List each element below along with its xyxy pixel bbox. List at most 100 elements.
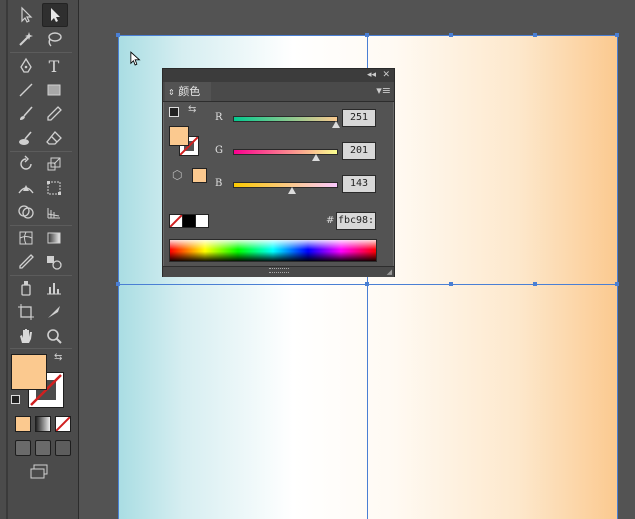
draw-inside-button[interactable] bbox=[55, 440, 71, 456]
none-slash-icon bbox=[170, 215, 182, 227]
selection-tool[interactable] bbox=[14, 4, 38, 26]
panel-titlebar[interactable]: ◂◂ ✕ bbox=[163, 69, 394, 82]
collapse-panel-icon[interactable]: ◂◂ bbox=[367, 69, 376, 82]
mouse-cursor-icon bbox=[130, 51, 141, 66]
green-value-field[interactable]: 201 bbox=[342, 142, 376, 160]
slice-tool[interactable] bbox=[42, 301, 66, 323]
free-transform-icon bbox=[47, 181, 61, 195]
red-slider-track[interactable] bbox=[233, 116, 338, 122]
anchor-point[interactable] bbox=[116, 33, 120, 37]
blue-value-field[interactable]: 143 bbox=[342, 175, 376, 193]
panel-fill-swatch[interactable] bbox=[169, 126, 189, 146]
anchor-point[interactable] bbox=[365, 33, 369, 37]
artboard-tool[interactable] bbox=[14, 301, 38, 323]
screen-mode-button[interactable] bbox=[29, 464, 49, 480]
hex-value-field[interactable]: fbc98: bbox=[336, 212, 376, 230]
zoom-tool[interactable] bbox=[42, 325, 66, 347]
eyedropper-icon bbox=[19, 254, 34, 269]
lasso-tool[interactable] bbox=[42, 28, 66, 50]
shape-builder-tool[interactable] bbox=[14, 201, 38, 223]
anchor-point[interactable] bbox=[365, 282, 369, 286]
pen-tool[interactable] bbox=[14, 55, 38, 77]
green-slider-track[interactable] bbox=[233, 149, 338, 155]
green-slider-thumb[interactable] bbox=[311, 154, 320, 161]
width-tool[interactable] bbox=[14, 177, 38, 199]
red-slider-thumb[interactable] bbox=[332, 121, 341, 128]
color-mode-button[interactable] bbox=[15, 416, 31, 432]
free-transform-tool[interactable] bbox=[42, 177, 66, 199]
arrow-filled-icon bbox=[51, 8, 60, 22]
none-mode-button[interactable] bbox=[55, 416, 71, 432]
out-of-web-gamut-icon[interactable]: ⬡ bbox=[172, 168, 182, 182]
magic-wand-tool[interactable] bbox=[14, 28, 38, 50]
rotate-icon bbox=[20, 155, 32, 170]
close-panel-icon[interactable]: ✕ bbox=[382, 69, 390, 82]
anchor-point[interactable] bbox=[533, 33, 537, 37]
hand-tool[interactable] bbox=[14, 325, 38, 347]
fill-swatch[interactable] bbox=[11, 354, 47, 390]
color-tab[interactable]: ⇕ 颜色 bbox=[165, 82, 211, 101]
tab-updown-icon: ⇕ bbox=[168, 88, 175, 97]
default-colors-icon[interactable] bbox=[169, 107, 179, 117]
panel-menu-icon[interactable]: ▾≡ bbox=[376, 84, 391, 97]
white-swatch[interactable] bbox=[195, 214, 209, 228]
column-graph-tool[interactable] bbox=[42, 277, 66, 299]
default-fill-stroke-icon[interactable] bbox=[11, 395, 20, 404]
scale-tool[interactable] bbox=[42, 153, 66, 175]
blend-icon bbox=[47, 256, 62, 270]
slice-icon bbox=[48, 306, 60, 318]
red-value-field[interactable]: 251 bbox=[342, 109, 376, 127]
color-panel[interactable]: ◂◂ ✕ ⇕ 颜色 ▾≡ ⇆ ⬡ R 251 G 201 B 143 # fbc… bbox=[162, 68, 395, 277]
color-spectrum-bar[interactable] bbox=[169, 239, 377, 262]
line-icon bbox=[19, 83, 33, 97]
selection-edge-left bbox=[118, 35, 119, 519]
blue-slider-track[interactable] bbox=[233, 182, 338, 188]
perspective-grid-tool[interactable] bbox=[42, 201, 66, 223]
zoom-icon bbox=[47, 329, 62, 344]
screen-mode-icon bbox=[30, 464, 48, 479]
anchor-point[interactable] bbox=[615, 282, 619, 286]
none-swatch[interactable] bbox=[169, 214, 183, 228]
anchor-point[interactable] bbox=[615, 33, 619, 37]
blob-brush-tool[interactable] bbox=[14, 127, 38, 149]
blend-tool[interactable] bbox=[42, 251, 66, 273]
toolbar-grip[interactable] bbox=[6, 0, 8, 519]
resize-corner-icon[interactable]: ◢ bbox=[387, 268, 392, 276]
anchor-point[interactable] bbox=[116, 282, 120, 286]
symbol-sprayer-tool[interactable] bbox=[14, 277, 38, 299]
rotate-tool[interactable] bbox=[14, 153, 38, 175]
line-tool[interactable] bbox=[14, 79, 38, 101]
anchor-point[interactable] bbox=[533, 282, 537, 286]
paintbrush-tool[interactable] bbox=[14, 103, 38, 125]
panel-resize-grip[interactable]: ◢ bbox=[163, 266, 394, 277]
type-tool[interactable]: T bbox=[42, 55, 66, 77]
pencil-tool[interactable] bbox=[42, 103, 66, 125]
anchor-point[interactable] bbox=[449, 33, 453, 37]
toolbar-separator bbox=[10, 225, 72, 226]
toolbar-separator bbox=[10, 52, 72, 53]
arrow-outline-icon bbox=[21, 6, 33, 23]
red-label: R bbox=[215, 112, 223, 123]
direct-selection-tool[interactable] bbox=[42, 3, 68, 27]
draw-behind-button[interactable] bbox=[35, 440, 51, 456]
gradient-icon bbox=[47, 232, 61, 244]
black-swatch[interactable] bbox=[182, 214, 196, 228]
eraser-tool[interactable] bbox=[42, 127, 66, 149]
anchor-point[interactable] bbox=[449, 282, 453, 286]
eraser-icon bbox=[46, 131, 62, 145]
rectangle-tool[interactable] bbox=[42, 79, 66, 101]
closest-web-color-swatch[interactable] bbox=[192, 168, 207, 183]
swap-fill-stroke-icon[interactable]: ⇆ bbox=[54, 352, 62, 363]
eyedropper-tool[interactable] bbox=[14, 251, 38, 273]
swap-colors-icon[interactable]: ⇆ bbox=[188, 104, 196, 115]
width-icon bbox=[18, 185, 34, 194]
blue-label: B bbox=[215, 178, 223, 189]
mesh-tool[interactable] bbox=[14, 227, 38, 249]
magic-wand-icon bbox=[19, 32, 33, 46]
gradient-tool[interactable] bbox=[42, 227, 66, 249]
blue-slider-thumb[interactable] bbox=[287, 187, 296, 194]
rectangle-icon bbox=[47, 84, 61, 96]
draw-normal-button[interactable] bbox=[15, 440, 31, 456]
scale-icon bbox=[47, 157, 61, 171]
gradient-mode-button[interactable] bbox=[35, 416, 51, 432]
